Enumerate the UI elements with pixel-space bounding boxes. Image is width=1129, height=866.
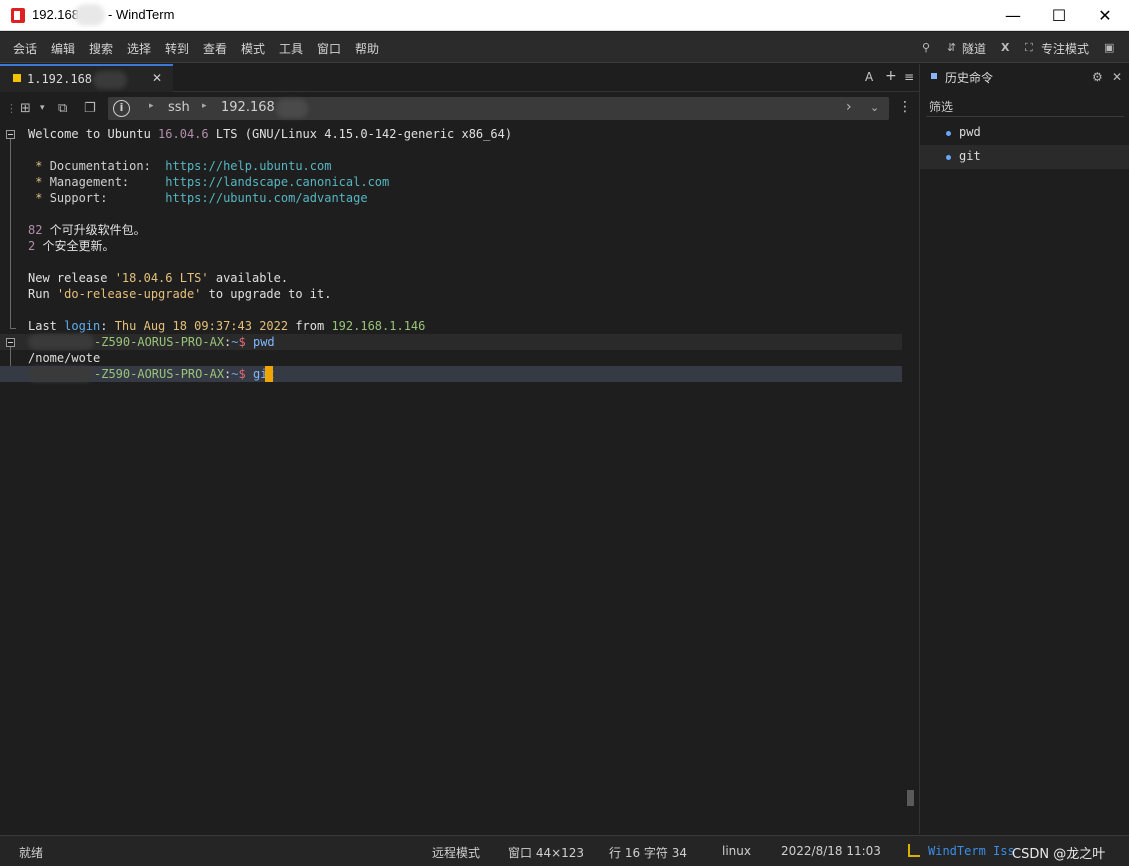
chevron-down-icon[interactable]: ⌄ bbox=[870, 101, 879, 114]
copy-icon[interactable]: ❐ bbox=[84, 101, 96, 116]
address-host[interactable]: 192.168 bbox=[221, 100, 275, 115]
terminal-line-upgrade: Run 'do-release-upgrade' to upgrade to i… bbox=[28, 287, 332, 301]
history-item-label: pwd bbox=[959, 125, 981, 139]
info-icon[interactable]: i bbox=[113, 100, 130, 117]
tab-bar: 1.192.168 ✕ A + ≡ bbox=[0, 64, 919, 92]
terminal-line-updates: 82 个可升级软件包。 bbox=[28, 223, 146, 237]
redacted-username bbox=[28, 334, 94, 350]
status-os[interactable]: linux bbox=[722, 844, 751, 858]
history-panel-icon bbox=[931, 73, 937, 79]
history-panel: 历史命令 ⚙ ✕ 筛选 pwd git bbox=[919, 64, 1129, 834]
fold-toggle-icon[interactable] bbox=[6, 338, 15, 347]
history-item[interactable]: pwd bbox=[920, 121, 1129, 145]
status-cursor-position[interactable]: 行 16 字符 34 bbox=[609, 844, 687, 861]
search-icon[interactable]: ⚲ bbox=[922, 41, 930, 54]
bullet-icon bbox=[946, 155, 951, 160]
fold-end bbox=[10, 328, 16, 329]
tab-menu-icon[interactable]: ≡ bbox=[904, 70, 914, 84]
font-icon[interactable]: A bbox=[865, 70, 873, 84]
terminal-line-support: * Support: https://ubuntu.com/advantage bbox=[28, 191, 368, 205]
terminal-line-welcome: Welcome to Ubuntu 16.04.6 LTS (GNU/Linux… bbox=[28, 127, 513, 141]
duplicate-icon[interactable]: ⧉ bbox=[58, 101, 67, 116]
more-options-icon[interactable]: ⋮ bbox=[898, 99, 912, 115]
status-ready: 就绪 bbox=[19, 846, 44, 860]
maximize-button[interactable]: ☐ bbox=[1036, 0, 1082, 31]
redacted-username bbox=[28, 366, 94, 382]
redacted-title-part bbox=[74, 4, 105, 26]
status-bar: 就绪 远程模式 窗口 44×123 行 16 字符 34 linux 2022/… bbox=[0, 835, 1129, 866]
status-datetime: 2022/8/18 11:03 bbox=[781, 844, 881, 858]
window-title: 192.168 bbox=[32, 7, 79, 22]
menu-bar: 会话 编辑 搜索 选择 转到 查看 模式 工具 窗口 帮助 ⚲ ⇵ 隧道 X ⛶… bbox=[0, 32, 1129, 63]
caret-right-icon: ▸ bbox=[202, 101, 207, 111]
drag-handle-icon[interactable]: ⋮ bbox=[6, 102, 17, 115]
dropdown-arrow-icon[interactable]: ▾ bbox=[40, 103, 45, 113]
gear-icon[interactable]: ⚙ bbox=[1092, 70, 1103, 84]
close-window-button[interactable]: ✕ bbox=[1082, 0, 1128, 31]
add-tab-icon[interactable]: + bbox=[885, 68, 897, 84]
address-protocol[interactable]: ssh bbox=[168, 100, 190, 115]
focus-mode-button[interactable]: 专注模式 bbox=[1041, 40, 1089, 57]
scrollbar-thumb[interactable] bbox=[907, 790, 914, 806]
tunnel-icon: ⇵ bbox=[947, 41, 957, 54]
status-mode[interactable]: 远程模式 bbox=[432, 844, 480, 861]
tunnel-button[interactable]: 隧道 bbox=[962, 40, 986, 57]
bullet-icon bbox=[946, 131, 951, 136]
fold-toggle-icon[interactable] bbox=[6, 130, 15, 139]
history-item[interactable]: git bbox=[920, 145, 1129, 169]
fold-guide bbox=[10, 134, 11, 328]
menu-search[interactable]: 搜索 bbox=[89, 40, 113, 57]
status-window-size[interactable]: 窗口 44×123 bbox=[508, 844, 584, 861]
terminal-prompt-2: -Z590-AORUS-PRO-AX:~$ git bbox=[94, 367, 275, 381]
menu-edit[interactable]: 编辑 bbox=[51, 40, 75, 57]
filter-underline bbox=[926, 116, 1124, 117]
chevron-right-icon[interactable]: › bbox=[846, 99, 852, 115]
command-pwd: pwd bbox=[252, 335, 275, 349]
text-cursor bbox=[265, 366, 273, 382]
terminal-line-docs: * Documentation: https://help.ubuntu.com bbox=[28, 159, 332, 173]
watermark: CSDN @龙之叶 bbox=[1012, 847, 1106, 862]
tab-label: 1.192.168 bbox=[27, 72, 93, 86]
terminal-line-last-login: Last login: Thu Aug 18 09:37:43 2022 fro… bbox=[28, 319, 426, 333]
menu-view[interactable]: 查看 bbox=[203, 40, 227, 57]
minimize-button[interactable]: — bbox=[990, 0, 1036, 31]
focus-mode-icon: ⛶ bbox=[1025, 41, 1033, 54]
history-panel-title: 历史命令 bbox=[945, 71, 994, 85]
menu-select[interactable]: 选择 bbox=[127, 40, 151, 57]
address-bar[interactable]: i ▸ ssh ▸ 192.168 › ⌄ bbox=[108, 97, 889, 120]
terminal-view[interactable]: Welcome to Ubuntu 16.04.6 LTS (GNU/Linux… bbox=[0, 126, 919, 834]
windterm-logo-icon bbox=[11, 8, 25, 23]
menu-goto[interactable]: 转到 bbox=[165, 40, 189, 57]
terminal-line-new-release: New release '18.04.6 LTS' available. bbox=[28, 271, 289, 285]
menu-window[interactable]: 窗口 bbox=[317, 40, 341, 57]
redacted-tab-part bbox=[93, 71, 127, 89]
issue-link-icon bbox=[908, 844, 920, 857]
history-item-label: git bbox=[959, 149, 981, 163]
menu-tools[interactable]: 工具 bbox=[279, 40, 303, 57]
menu-session[interactable]: 会话 bbox=[13, 40, 37, 57]
tab-session[interactable]: 1.192.168 ✕ bbox=[0, 64, 173, 92]
terminal-output-pwd: /nome/wote bbox=[28, 351, 101, 365]
x-icon[interactable]: X bbox=[1001, 41, 1009, 54]
window-app-name: - WindTerm bbox=[108, 7, 175, 22]
terminal-prompt-1: -Z590-AORUS-PRO-AX:~$ pwd bbox=[94, 335, 275, 349]
new-session-icon[interactable]: ⊞ bbox=[20, 101, 31, 116]
issues-link[interactable]: WindTerm Iss bbox=[928, 844, 1015, 858]
filter-input[interactable]: 筛选 bbox=[929, 98, 953, 115]
menu-mode[interactable]: 模式 bbox=[241, 40, 265, 57]
toolbar: ⋮ ⊞ ▾ ⧉ ❐ i ▸ ssh ▸ 192.168 › ⌄ ⋮ bbox=[0, 93, 919, 125]
terminal-line-management: * Management: https://landscape.canonica… bbox=[28, 175, 390, 189]
tab-close-icon[interactable]: ✕ bbox=[152, 71, 162, 85]
redacted-host-part bbox=[276, 99, 308, 118]
menu-help[interactable]: 帮助 bbox=[355, 40, 379, 57]
layout-icon[interactable]: ▣ bbox=[1104, 41, 1114, 54]
session-status-icon bbox=[13, 74, 21, 82]
terminal-line-security-updates: 2 个安全更新。 bbox=[28, 239, 115, 253]
caret-right-icon: ▸ bbox=[149, 101, 154, 111]
title-bar: 192.168 - WindTerm — ☐ ✕ bbox=[0, 0, 1129, 31]
close-panel-icon[interactable]: ✕ bbox=[1112, 70, 1122, 84]
